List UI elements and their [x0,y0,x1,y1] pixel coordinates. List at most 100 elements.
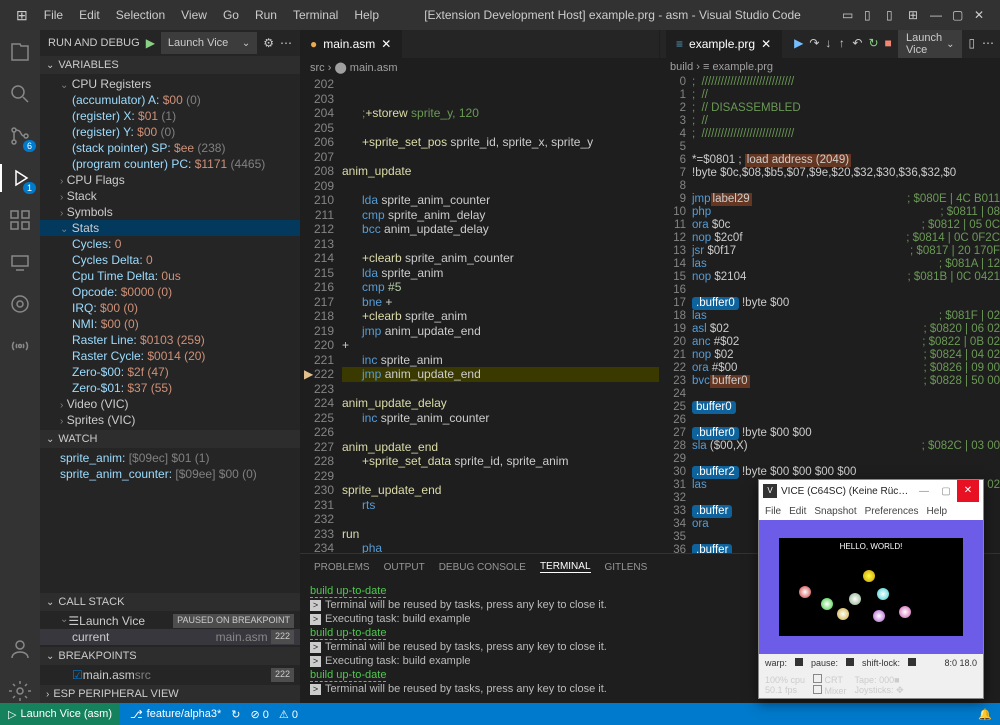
panel-tab-problems[interactable]: PROBLEMS [314,562,370,573]
section-esp[interactable]: ›ESP PERIPHERAL VIEW [40,685,300,703]
tree-stats[interactable]: ⌄ Stats [40,220,300,236]
menu-run[interactable]: Run [247,8,285,22]
layout-icon-1[interactable]: ▭ [842,8,856,22]
breadcrumb-left[interactable]: src › ⬤ main.asm [300,58,659,77]
section-watch[interactable]: ⌄WATCH [40,430,300,448]
panel-tab-output[interactable]: OUTPUT [384,562,425,573]
breadcrumb-right[interactable]: build › ≡ example.prg [660,58,1000,76]
menu-view[interactable]: View [173,8,215,22]
step-out-icon[interactable]: ↑ [839,36,846,52]
thread-status: PAUSED ON BREAKPOINT [173,614,294,628]
code-editor[interactable]: ;+storew sprite_y, 120 +sprite_set_pos s… [342,77,659,553]
layout-icon-2[interactable]: ▯ [864,8,878,22]
layout-icon-3[interactable]: ▯ [886,8,900,22]
vice-tape: Tape: 000 [855,675,895,685]
tree-cpu-flags[interactable]: › CPU Flags [40,172,300,188]
maximize-icon[interactable]: ▢ [952,8,966,22]
debug-icon[interactable]: 1 [8,166,32,190]
more-icon[interactable]: ⋯ [280,36,292,50]
explorer-icon[interactable] [8,40,32,64]
tree-sprites[interactable]: › Sprites (VIC) [40,412,300,428]
watch-row[interactable]: sprite_anim: [$09ec] $01 (1) [40,450,300,466]
sb-notifications-icon[interactable]: 🔔 [978,708,992,721]
tree-video[interactable]: › Video (VIC) [40,396,300,412]
scm-icon[interactable]: 6 [8,124,32,148]
mixer-checkbox[interactable] [813,685,822,694]
menu-terminal[interactable]: Terminal [285,8,346,22]
register-row[interactable]: (accumulator) A: $00 (0) [40,92,300,108]
more-icon[interactable]: ⋯ [982,36,994,52]
remote-icon[interactable] [8,250,32,274]
breakpoint-nav-icon[interactable] [8,292,32,316]
vice-window[interactable]: V VICE (C64SC) (Keine Rück… — ▢ ✕ FileEd… [758,479,984,699]
vice-minimize-icon[interactable]: — [913,486,935,497]
callstack-thread[interactable]: ⌄ ☰ Launch VicePAUSED ON BREAKPOINT [40,613,300,629]
account-icon[interactable] [8,637,32,661]
editor-left: ●main.asm✕ src › ⬤ main.asm 202203204205… [300,30,660,553]
callstack-frame[interactable]: currentmain.asm 222 [40,629,300,645]
restart-icon[interactable]: ↻ [868,36,878,52]
menu-edit[interactable]: Edit [71,8,108,22]
extensions-icon[interactable] [8,208,32,232]
vice-menu-preferences[interactable]: Preferences [865,506,919,517]
step-into-icon[interactable]: ↓ [825,36,832,52]
vice-maximize-icon[interactable]: ▢ [935,486,957,497]
menu-go[interactable]: Go [215,8,247,22]
crt-checkbox[interactable] [813,674,822,683]
vice-title-text: VICE (C64SC) (Keine Rück… [781,486,913,497]
sb-branch[interactable]: ⎇ feature/alpha3* [130,708,221,721]
section-breakpoints[interactable]: ⌄BREAKPOINTS [40,647,300,665]
sb-remote[interactable]: ▷ Launch Vice (asm) [0,703,120,725]
sb-warnings[interactable]: ⚠ 0 [279,708,298,721]
register-row[interactable]: (register) Y: $00 (0) [40,124,300,140]
vice-warp: warp: [765,658,787,668]
menu-file[interactable]: File [36,8,71,22]
debug-config-select[interactable]: Launch Vice⌄ [898,30,962,58]
live-icon[interactable] [8,334,32,358]
app-icon: ⊞ [8,7,36,24]
vice-menu-help[interactable]: Help [927,506,948,517]
stat-row: Opcode: $0000 (0) [40,284,300,300]
vice-close-icon[interactable]: ✕ [957,480,979,502]
step-over-icon[interactable]: ↷ [809,36,819,52]
sidebar-title: RUN AND DEBUG [48,37,140,49]
panel-tab-debug console[interactable]: DEBUG CONSOLE [439,562,526,573]
menu-selection[interactable]: Selection [108,8,173,22]
continue-icon[interactable]: ▶ [794,36,803,52]
launch-config-select[interactable]: Launch Vice⌄ [161,32,257,54]
sprite-icon [873,610,885,622]
tree-stack[interactable]: › Stack [40,188,300,204]
search-icon[interactable] [8,82,32,106]
section-variables[interactable]: ⌄VARIABLES [40,56,300,74]
register-row[interactable]: (stack pointer) SP: $ee (238) [40,140,300,156]
gear-icon[interactable]: ⚙ [263,36,274,50]
register-row[interactable]: (register) X: $01 (1) [40,108,300,124]
panel-tab-terminal[interactable]: TERMINAL [540,561,591,573]
register-row[interactable]: (program counter) PC: $1171 (4465) [40,156,300,172]
close-tab-icon[interactable]: ✕ [761,37,771,51]
close-icon[interactable]: ✕ [974,8,988,22]
tree-cpu-registers[interactable]: ⌄ CPU Registers [40,76,300,92]
panel-tab-gitlens[interactable]: GITLENS [605,562,648,573]
play-icon[interactable]: ▶ [146,36,155,50]
watch-row[interactable]: sprite_anim_counter: [$09ee] $00 (0) [40,466,300,482]
minimize-icon[interactable]: — [930,8,944,22]
tab-example-prg[interactable]: ≡example.prg✕ [666,30,782,58]
vice-menu-edit[interactable]: Edit [789,506,806,517]
vice-shift: shift-lock: [862,658,900,668]
tree-symbols[interactable]: › Symbols [40,204,300,220]
layout-icon-4[interactable]: ⊞ [908,8,922,22]
sb-errors[interactable]: ⊘ 0 [251,708,269,721]
breakpoint-row[interactable]: ☑ main.asm src222 [40,667,300,683]
vice-menu-snapshot[interactable]: Snapshot [814,506,856,517]
section-callstack[interactable]: ⌄CALL STACK [40,593,300,611]
close-tab-icon[interactable]: ✕ [381,37,391,51]
tab-main-asm[interactable]: ●main.asm✕ [300,30,402,58]
stop-icon[interactable]: ■ [885,36,892,52]
sb-sync[interactable]: ↻ [231,708,240,721]
split-icon[interactable]: ▯ [968,36,975,52]
menu-help[interactable]: Help [346,8,387,22]
settings-icon[interactable] [8,679,32,703]
vice-menu-file[interactable]: File [765,506,781,517]
step-back-icon[interactable]: ↶ [852,36,862,52]
